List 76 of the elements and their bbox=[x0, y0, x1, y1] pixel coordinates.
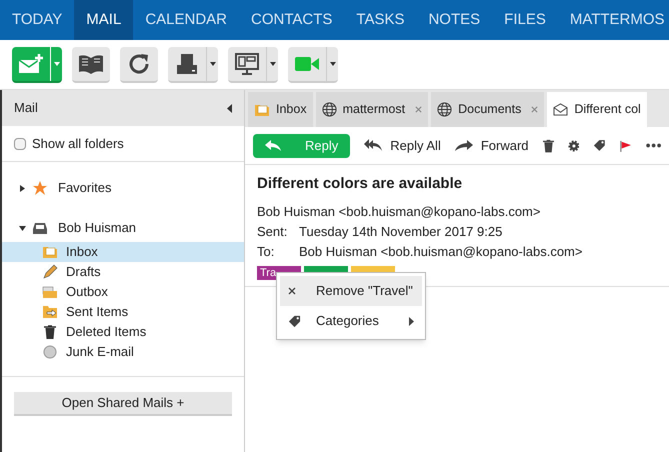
flag-icon[interactable] bbox=[620, 138, 632, 152]
collapse-icon[interactable] bbox=[227, 104, 232, 112]
globe-icon bbox=[437, 102, 452, 117]
new-mail-button[interactable] bbox=[12, 46, 62, 82]
caret-icon bbox=[210, 62, 216, 66]
folder-item[interactable]: Deleted Items bbox=[2, 322, 244, 342]
more-icon[interactable] bbox=[646, 143, 662, 148]
caret-icon bbox=[330, 62, 336, 66]
expander-icon[interactable] bbox=[18, 224, 26, 232]
book-icon bbox=[77, 52, 105, 74]
toolbar-button[interactable] bbox=[228, 46, 278, 82]
new-mail-icon bbox=[17, 54, 45, 74]
pencil-icon bbox=[42, 264, 58, 280]
nav-tab[interactable]: FILES bbox=[492, 0, 558, 40]
toolbar-button[interactable] bbox=[168, 46, 218, 82]
tag-icon bbox=[288, 314, 301, 328]
nav-tab[interactable]: TASKS bbox=[344, 0, 416, 40]
folder-envelope-icon bbox=[42, 245, 58, 259]
document-tab[interactable]: Inbox bbox=[248, 92, 313, 127]
show-all-folders-checkbox[interactable]: Show all folders bbox=[2, 126, 244, 162]
folder-envelope-icon bbox=[254, 102, 270, 116]
nav-tab[interactable]: MAIL bbox=[74, 0, 134, 40]
submenu-arrow-icon bbox=[409, 316, 414, 326]
forward-button[interactable]: Forward bbox=[454, 136, 529, 156]
folder-arrow-icon bbox=[42, 305, 58, 319]
gear-icon[interactable] bbox=[568, 138, 580, 152]
dropdown-toggle[interactable] bbox=[326, 46, 338, 80]
forward-arrow-icon bbox=[454, 140, 473, 152]
toolbar-button[interactable] bbox=[72, 46, 110, 82]
sender-text: Bob Huisman <bob.huisman@kopano-labs.com> bbox=[257, 202, 542, 221]
folder-item[interactable]: Sent Items bbox=[2, 302, 244, 322]
nav-tab[interactable]: CONTACTS bbox=[239, 0, 344, 40]
reply-arrow-icon bbox=[265, 140, 281, 152]
trash-icon[interactable] bbox=[542, 138, 554, 154]
reply-all-button[interactable]: Reply All bbox=[364, 136, 441, 156]
menu-item[interactable]: Remove "Travel" bbox=[280, 276, 422, 306]
to-label: To: bbox=[257, 242, 276, 260]
close-icon bbox=[288, 287, 296, 295]
expander-icon[interactable] bbox=[18, 184, 26, 192]
document-tab[interactable]: Different col bbox=[547, 92, 647, 127]
refresh-icon bbox=[127, 52, 151, 76]
printer-icon bbox=[175, 52, 199, 76]
document-tab[interactable]: mattermost bbox=[316, 92, 428, 127]
globe-icon bbox=[322, 102, 337, 117]
folder-item[interactable]: Inbox bbox=[2, 242, 244, 262]
sidebar-title: Mail bbox=[14, 99, 38, 118]
toolbar-button[interactable] bbox=[120, 46, 158, 82]
folder-item[interactable]: Outbox bbox=[2, 282, 244, 302]
tree-node-label[interactable]: Favorites bbox=[58, 178, 112, 198]
envelope-icon bbox=[553, 103, 568, 116]
sent-label: Sent: bbox=[257, 222, 288, 240]
tree-node-label[interactable]: Bob Huisman bbox=[58, 218, 136, 238]
monitor-icon bbox=[234, 52, 260, 76]
open-shared-mails-button[interactable]: Open Shared Mails + bbox=[14, 392, 232, 416]
nav-tab[interactable]: NOTES bbox=[416, 0, 492, 40]
document-tab[interactable]: Documents bbox=[431, 92, 544, 127]
folder-item[interactable]: Drafts bbox=[2, 262, 244, 282]
nav-tab[interactable]: MATTERMOS bbox=[558, 0, 669, 40]
dropdown-toggle[interactable] bbox=[266, 46, 278, 80]
trash-icon bbox=[44, 325, 56, 339]
sent-date: Tuesday 14th November 2017 9:25 bbox=[299, 222, 502, 241]
caret-icon bbox=[54, 62, 60, 66]
stacked-folder-icon bbox=[42, 285, 58, 299]
star-icon bbox=[32, 180, 48, 196]
inbox-tray-icon bbox=[32, 221, 48, 235]
dropdown-toggle[interactable] bbox=[206, 46, 218, 80]
folder-item[interactable]: Junk E-mail bbox=[2, 342, 244, 362]
caret-icon bbox=[270, 62, 276, 66]
message-subject: Different colors are available bbox=[257, 174, 464, 194]
nav-tab[interactable]: CALENDAR bbox=[133, 0, 239, 40]
recipient-text: Bob Huisman <bob.huisman@kopano-labs.com> bbox=[299, 242, 582, 261]
video-camera-icon bbox=[294, 54, 320, 72]
nav-tab[interactable]: TODAY bbox=[0, 0, 74, 40]
menu-item[interactable]: Categories bbox=[280, 306, 422, 336]
tag-icon[interactable] bbox=[593, 138, 606, 153]
reply-all-arrow-icon bbox=[364, 138, 382, 152]
